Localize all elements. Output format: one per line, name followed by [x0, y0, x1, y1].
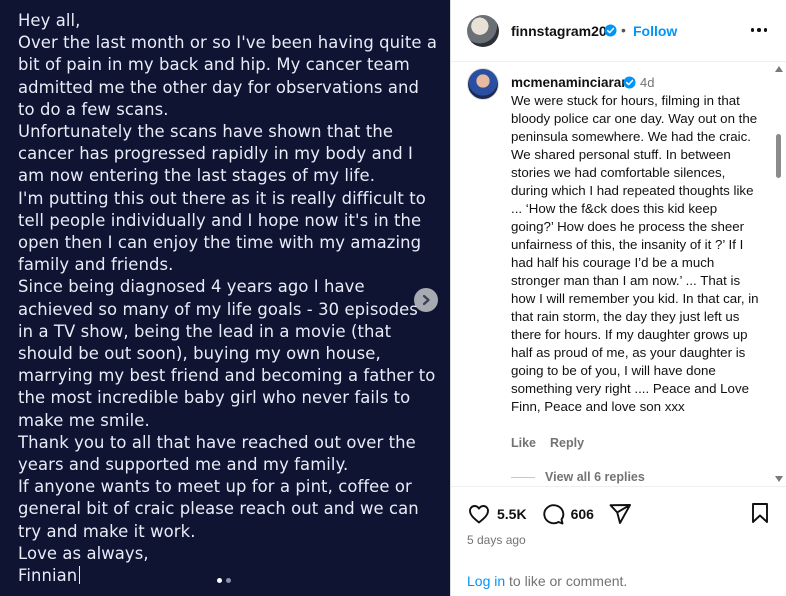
author-avatar[interactable] — [467, 15, 499, 47]
view-replies-label: View all 6 replies — [545, 470, 645, 484]
login-link[interactable]: Log in — [467, 573, 505, 589]
comment-reply-button[interactable]: Reply — [550, 436, 584, 450]
likes-count: 5.5K — [497, 506, 527, 522]
verified-badge-icon — [623, 76, 636, 89]
signature-text: Finnian — [18, 566, 78, 586]
image-text-line: If anyone wants to meet up for a pint, c… — [18, 477, 419, 541]
post-date: 5 days ago — [467, 533, 526, 547]
scroll-down-arrow-icon[interactable] — [775, 476, 783, 482]
heart-icon — [469, 505, 489, 524]
save-button[interactable] — [748, 501, 772, 530]
header-separator: • — [621, 22, 626, 38]
comment-actions: Like Reply — [511, 436, 584, 450]
image-text-line: Over the last month or so I've been havi… — [18, 33, 437, 119]
post-image: Hey all, Over the last month or so I've … — [0, 0, 450, 596]
comments-count: 606 — [570, 506, 594, 522]
post-actions: 5.5K 606 — [467, 501, 632, 527]
carousel-dot-active — [217, 578, 222, 583]
text-cursor — [79, 566, 81, 585]
image-text-line: I'm putting this out there as it is real… — [18, 188, 426, 275]
like-button[interactable] — [467, 502, 491, 526]
more-options-icon[interactable] — [749, 20, 769, 40]
post-footer: 5.5K 606 5 days ago Log in to like or co… — [451, 486, 786, 596]
image-text-line: Love as always, — [18, 543, 149, 563]
login-suffix: to like or comment. — [505, 573, 628, 589]
login-prompt: Log in to like or comment. — [467, 573, 627, 589]
scrollbar-thumb[interactable] — [776, 134, 781, 178]
commenter-avatar[interactable] — [467, 68, 499, 100]
carousel-next-button[interactable] — [414, 288, 438, 312]
chevron-right-icon — [422, 294, 430, 306]
view-replies-button[interactable]: View all 6 replies — [511, 470, 645, 484]
comment-bubble-icon — [542, 504, 564, 525]
comment-timestamp: 4d — [640, 75, 655, 90]
author-username[interactable]: finnstagram20 — [511, 23, 607, 39]
verified-badge-icon — [604, 24, 617, 37]
post-image-text: Hey all, Over the last month or so I've … — [18, 10, 438, 587]
image-text-signature: Finnian — [18, 565, 438, 587]
bookmark-icon — [752, 503, 768, 523]
carousel-indicator — [217, 578, 231, 583]
comment-like-button[interactable]: Like — [511, 436, 536, 450]
image-text-line: Hey all, — [18, 11, 81, 30]
post-header: finnstagram20 • Follow — [451, 0, 786, 62]
image-text-line: Unfortunately the scans have shown that … — [18, 122, 413, 186]
replies-divider — [511, 476, 535, 478]
follow-button[interactable]: Follow — [633, 23, 677, 39]
image-text-line: Thank you to all that have reached out o… — [18, 432, 416, 475]
comment-text: We were stuck for hours, filming in that… — [511, 93, 759, 414]
scroll-up-arrow-icon[interactable] — [775, 66, 783, 72]
share-button[interactable] — [608, 502, 632, 526]
carousel-dot — [226, 578, 231, 583]
commenter-username[interactable]: mcmenaminciaran — [511, 75, 630, 90]
image-text-line: Since being diagnosed 4 years ago I have… — [18, 277, 436, 430]
post-side-panel: finnstagram20 • Follow mcmenaminciaran 4… — [450, 0, 786, 596]
comments-section: mcmenaminciaran 4d We were stuck for hou… — [451, 62, 786, 486]
comments-scrollbar[interactable] — [773, 66, 785, 484]
comment-button[interactable] — [541, 502, 565, 526]
send-icon — [609, 504, 631, 524]
